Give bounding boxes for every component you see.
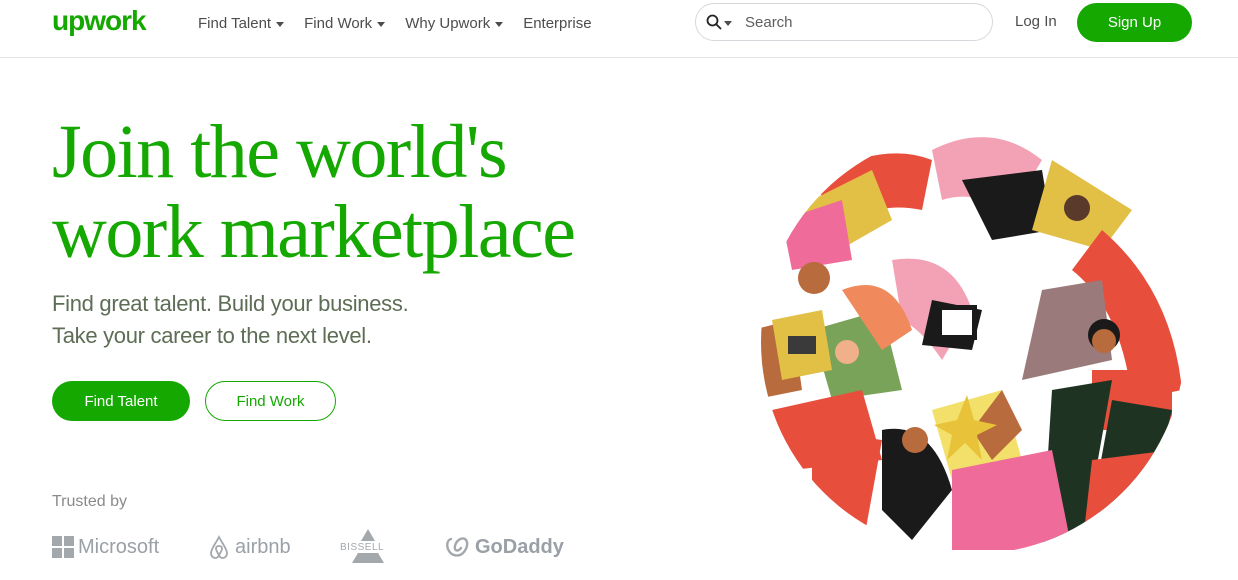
- chevron-down-icon: [377, 21, 386, 27]
- hero-title-line2: work marketplace: [52, 190, 576, 274]
- microsoft-label: Microsoft: [78, 535, 160, 558]
- hero-subtitle: Find great talent. Build your business. …: [52, 288, 572, 352]
- microsoft-logo: Microsoft: [52, 530, 159, 564]
- chevron-down-icon: [276, 21, 285, 27]
- godaddy-label: GoDaddy: [475, 535, 564, 558]
- nav-enterprise-label: Enterprise: [523, 14, 592, 32]
- godaddy-logo: GoDaddy: [445, 530, 564, 564]
- nav-find-work-label: Find Work: [304, 14, 373, 32]
- chevron-down-icon: [495, 21, 504, 27]
- upwork-logo[interactable]: upwork: [52, 8, 158, 40]
- hero-illustration: [761, 130, 1185, 554]
- search-icon[interactable]: [706, 14, 722, 30]
- nav-enterprise[interactable]: Enterprise: [523, 13, 591, 33]
- nav-find-work[interactable]: Find Work: [304, 13, 386, 33]
- nav-find-talent[interactable]: Find Talent: [198, 13, 285, 33]
- find-work-button[interactable]: Find Work: [205, 381, 336, 421]
- airbnb-icon: [210, 534, 228, 559]
- signup-button[interactable]: Sign Up: [1077, 3, 1192, 42]
- main-nav: Find Talent Find Work Why Upwork Enterpr…: [198, 13, 612, 33]
- find-talent-button[interactable]: Find Talent: [52, 381, 190, 421]
- airbnb-logo: airbnb: [207, 530, 291, 564]
- hero-subtitle-line2: Take your career to the next level.: [52, 323, 372, 348]
- site-header: upwork Find Talent Find Work Why Upwork …: [0, 0, 1238, 58]
- svg-text:upwork: upwork: [52, 8, 147, 36]
- search-box[interactable]: [695, 3, 993, 41]
- bissell-logo: BISSELL: [338, 529, 398, 564]
- trusted-by-label: Trusted by: [52, 493, 127, 510]
- bissell-icon: BISSELL: [340, 529, 384, 563]
- search-input[interactable]: [743, 12, 947, 32]
- hero-title: Join the world's work marketplace: [52, 112, 712, 272]
- godaddy-icon: [446, 537, 469, 557]
- microsoft-icon: [52, 536, 74, 558]
- nav-why-upwork[interactable]: Why Upwork: [405, 13, 504, 33]
- search-type-chevron-down-icon[interactable]: [724, 20, 732, 26]
- svg-text:BISSELL: BISSELL: [340, 542, 384, 553]
- nav-find-talent-label: Find Talent: [198, 14, 272, 32]
- login-link[interactable]: Log In: [1015, 13, 1057, 30]
- hero-title-line1: Join the world's: [52, 110, 508, 194]
- hero-subtitle-line1: Find great talent. Build your business.: [52, 291, 409, 316]
- nav-why-upwork-label: Why Upwork: [405, 14, 491, 32]
- airbnb-label: airbnb: [235, 535, 291, 558]
